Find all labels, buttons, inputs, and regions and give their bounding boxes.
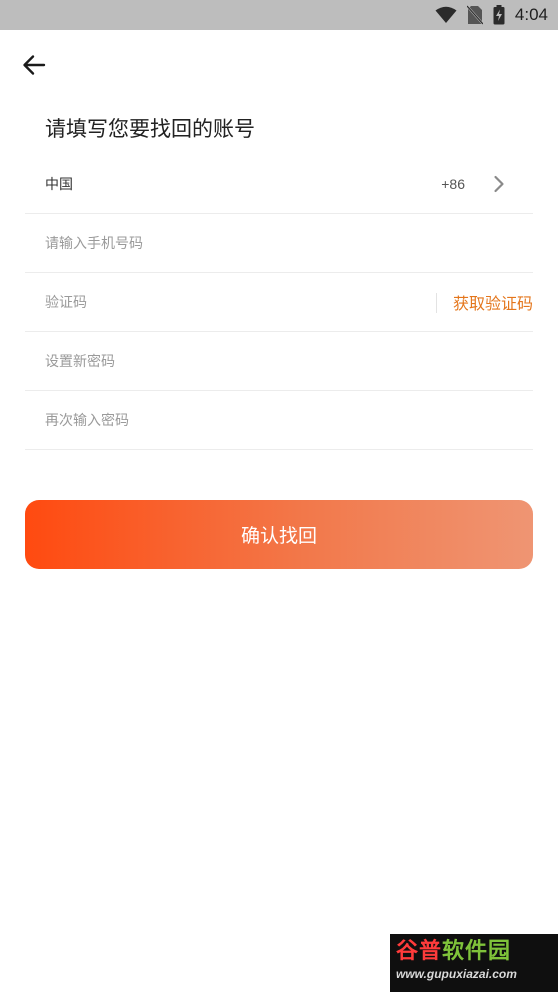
watermark-title: 谷普软件园 — [396, 938, 552, 966]
country-label: 中国 — [45, 177, 73, 193]
new-password-placeholder: 设置新密码 — [45, 354, 115, 370]
confirm-password-placeholder: 再次输入密码 — [45, 413, 129, 429]
status-bar: 4:04 — [0, 0, 558, 30]
page-title: 请填写您要找回的账号 — [45, 117, 255, 141]
watermark-url: www.gupuxiazai.com — [396, 967, 517, 981]
confirm-password-field[interactable]: 再次输入密码 — [25, 391, 533, 450]
get-code-button[interactable]: 获取验证码 — [453, 290, 533, 314]
watermark-title-part1: 谷普 — [396, 939, 443, 964]
confirm-recover-button[interactable]: 确认找回 — [25, 500, 533, 569]
code-divider — [436, 293, 437, 313]
watermark-logo: 谷普软件园 www.gupuxiazai.com — [390, 934, 558, 992]
arrow-left-icon — [22, 54, 46, 76]
wifi-icon — [435, 6, 457, 24]
no-sim-icon — [466, 5, 483, 25]
country-selector[interactable]: 中国 +86 — [25, 155, 533, 214]
watermark-title-part2: 软件园 — [442, 939, 512, 964]
verification-code-placeholder: 验证码 — [45, 295, 87, 311]
battery-charging-icon — [493, 5, 505, 25]
verification-code-field[interactable]: 验证码 获取验证码 — [25, 273, 533, 332]
phone-placeholder: 请输入手机号码 — [45, 236, 143, 252]
back-button[interactable] — [18, 50, 50, 80]
status-icons: 4:04 — [435, 0, 548, 30]
country-code: +86 — [441, 176, 465, 192]
status-time: 4:04 — [514, 5, 548, 24]
chevron-right-icon — [493, 175, 505, 193]
phone-field[interactable]: 请输入手机号码 — [25, 214, 533, 273]
new-password-field[interactable]: 设置新密码 — [25, 332, 533, 391]
